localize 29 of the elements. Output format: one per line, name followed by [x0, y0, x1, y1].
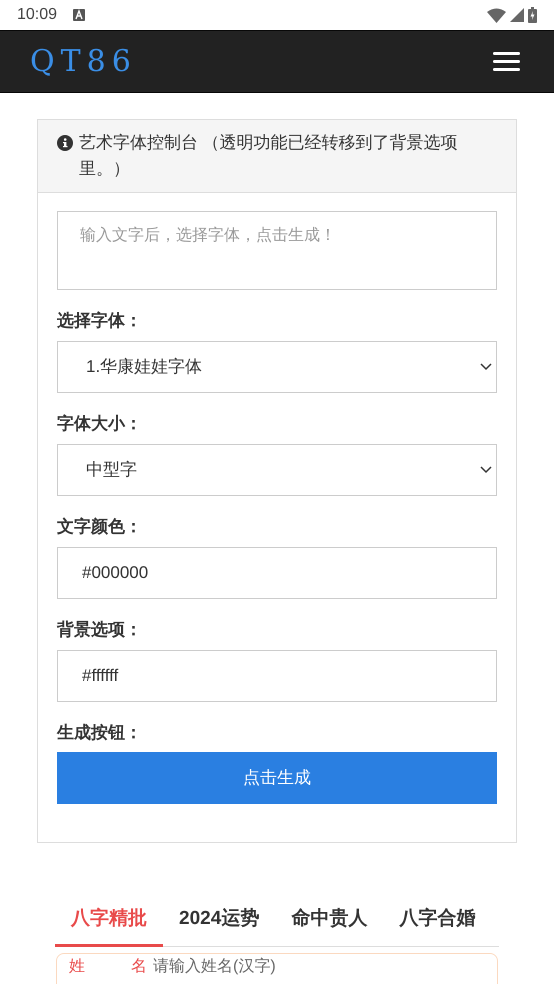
field-label: 生成按钮： [57, 722, 143, 744]
select-field[interactable]: 1.华康娃娃字体 [57, 341, 497, 393]
text-input-field[interactable]: #000000 [57, 547, 497, 599]
panel-title: 艺术字体控制台 （透明功能已经转移到了背景选项里。） [79, 132, 459, 180]
tab[interactable]: 命中贵人 [275, 905, 384, 946]
field-label: 文字颜色： [57, 516, 143, 538]
field-label: 背景选项： [57, 619, 143, 641]
signal-icon [510, 8, 524, 22]
info-icon [57, 135, 73, 151]
field-label: 姓 [69, 956, 85, 976]
text-input-field[interactable]: #ffffff [57, 650, 497, 702]
site-logo[interactable]: QT86 [30, 39, 137, 84]
name-input-field[interactable]: 请输入姓名(汉字) [153, 956, 276, 976]
keyboard-icon [73, 9, 86, 21]
select-field[interactable]: 中型字 [57, 444, 497, 496]
wifi-icon [487, 8, 506, 22]
menu-button[interactable] [491, 50, 522, 73]
tab[interactable]: 八字精批 [55, 905, 163, 946]
tab[interactable]: 2024运势 [163, 905, 276, 946]
text-input-field[interactable]: 输入文字后，选择字体，点击生成！ [57, 211, 497, 290]
battery-icon [528, 7, 537, 23]
chevron-down-icon [480, 466, 492, 474]
chevron-down-icon [480, 363, 492, 371]
field-label: 字体大小： [57, 413, 143, 435]
tab[interactable]: 八字合婚 [383, 905, 492, 946]
field-label: 名 [131, 956, 147, 976]
field-label: 选择字体： [57, 310, 143, 332]
clock-time: 10:09 [17, 5, 58, 25]
generate-button[interactable]: 点击生成 [57, 752, 497, 804]
